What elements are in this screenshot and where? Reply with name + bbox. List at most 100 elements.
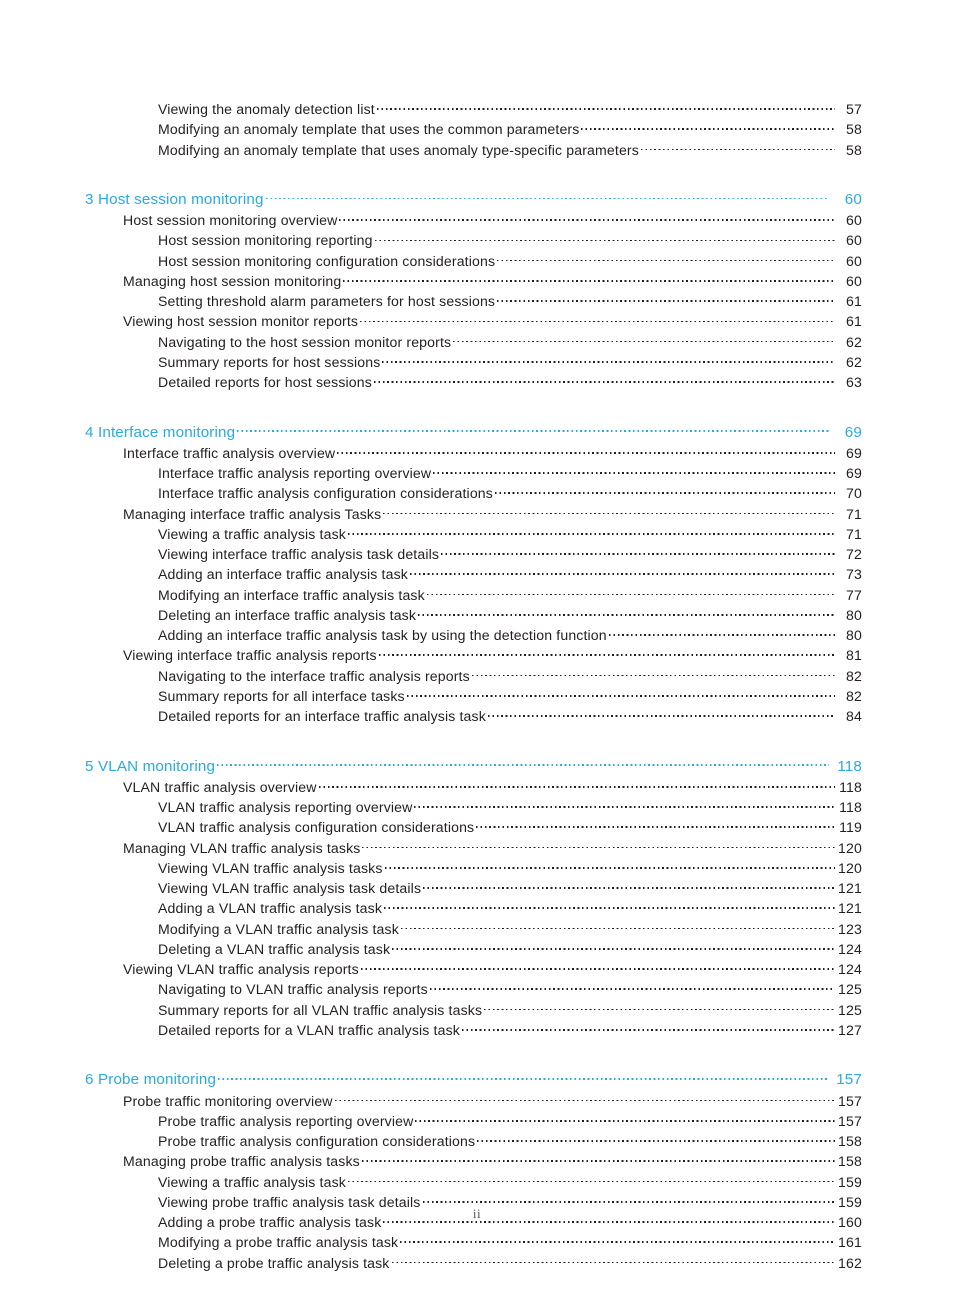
toc-entry[interactable]: Viewing VLAN traffic analysis task detai… (158, 878, 862, 898)
toc-entry-page-number: 123 (838, 920, 862, 937)
table-of-contents: Viewing the anomaly detection list 57 Modi… (85, 99, 862, 1273)
toc-entry[interactable]: Viewing a traffic analysis task 71 (158, 524, 862, 544)
toc-entry-label: 3 Host session monitoring (85, 190, 264, 208)
toc-entry-label: VLAN traffic analysis configuration cons… (158, 819, 475, 836)
toc-dot-leader (400, 919, 835, 933)
toc-entry[interactable]: Viewing interface traffic analysis task … (158, 544, 862, 564)
toc-dot-leader (441, 545, 835, 559)
toc-entry[interactable]: 3 Host session monitoring 60 (85, 189, 862, 210)
toc-entry[interactable]: 6 Probe monitoring 157 (85, 1069, 862, 1090)
toc-entry-page-number: 162 (838, 1254, 862, 1271)
toc-entry[interactable]: Navigating to VLAN traffic analysis repo… (158, 979, 862, 999)
toc-entry-page-number: 58 (846, 141, 862, 158)
toc-dot-leader (360, 312, 835, 326)
toc-entry-label: 4 Interface monitoring (85, 423, 236, 441)
page-folio: ii (472, 1206, 482, 1221)
toc-entry-page-number: 158 (838, 1133, 862, 1149)
toc-entry[interactable]: Managing interface traffic analysis Task… (123, 504, 862, 524)
toc-entry-page-number: 121 (838, 900, 862, 917)
toc-entry[interactable]: Managing host session monitoring 60 (123, 271, 862, 291)
toc-dot-leader (237, 421, 829, 436)
toc-dot-leader (497, 292, 835, 306)
toc-entry[interactable]: Probe traffic monitoring overview 157 (123, 1091, 862, 1111)
toc-entry[interactable]: Modifying an interface traffic analysis … (158, 585, 862, 605)
toc-entry[interactable]: Viewing interface traffic analysis repor… (123, 645, 862, 665)
toc-entry[interactable]: Detailed reports for a VLAN traffic anal… (158, 1020, 862, 1040)
toc-entry[interactable]: Host session monitoring reporting 60 (158, 230, 862, 250)
toc-entry-page-number: 71 (846, 525, 862, 542)
toc-entry-page-number: 127 (838, 1021, 862, 1038)
toc-dot-leader (422, 1193, 836, 1207)
toc-dot-leader (360, 960, 835, 974)
toc-entry-label: Modifying an interface traffic analysis … (158, 586, 425, 603)
toc-entry[interactable]: Navigating to the host session monitor r… (158, 332, 862, 352)
toc-dot-leader (414, 798, 835, 812)
toc-entry[interactable]: Setting threshold alarm parameters for h… (158, 291, 862, 311)
toc-entry-page-number: 157 (836, 1071, 862, 1089)
toc-entry[interactable]: Summary reports for all VLAN traffic ana… (158, 1000, 862, 1020)
toc-dot-leader (376, 100, 835, 114)
toc-entry[interactable]: Managing VLAN traffic analysis tasks 120 (123, 838, 862, 858)
toc-entry-label: Navigating to VLAN traffic analysis repo… (158, 981, 428, 998)
toc-entry-page-number: 61 (846, 313, 862, 330)
toc-entry[interactable]: Host session monitoring overview 60 (123, 210, 862, 230)
toc-entry[interactable]: Deleting a probe traffic analysis task 16… (158, 1253, 862, 1273)
toc-entry-page-number: 58 (846, 121, 862, 138)
toc-entry[interactable]: Viewing VLAN traffic analysis reports 124 (123, 959, 862, 979)
toc-dot-leader (423, 879, 835, 893)
toc-dot-leader (476, 818, 835, 832)
toc-entry-label: Managing probe traffic analysis tasks (123, 1153, 360, 1170)
toc-entry[interactable]: Adding an interface traffic analysis tas… (158, 625, 862, 645)
toc-dot-leader (640, 140, 835, 154)
toc-entry-page-number: 60 (846, 272, 862, 289)
toc-entry-label: Viewing VLAN traffic analysis reports (123, 961, 359, 978)
toc-entry[interactable]: Probe traffic analysis reporting overvie… (158, 1111, 862, 1131)
toc-entry-page-number: 124 (838, 961, 862, 978)
toc-dot-leader (383, 505, 835, 519)
toc-entry-label: Viewing the anomaly detection list (158, 101, 375, 117)
toc-entry[interactable]: Summary reports for all interface tasks 8… (158, 686, 862, 706)
toc-entry[interactable]: Viewing host session monitor reports 61 (123, 311, 862, 331)
toc-dot-leader (433, 464, 835, 478)
toc-dot-leader (339, 211, 835, 225)
toc-entry[interactable]: Managing probe traffic analysis tasks 158 (123, 1151, 862, 1171)
toc-entry[interactable]: 4 Interface monitoring 69 (85, 421, 862, 442)
toc-entry[interactable]: Modifying an anomaly template that uses … (158, 119, 862, 139)
toc-dot-leader (415, 1112, 835, 1126)
toc-entry[interactable]: Summary reports for host sessions 62 (158, 352, 862, 372)
toc-entry[interactable]: VLAN traffic analysis overview 118 (123, 777, 862, 797)
toc-entry[interactable]: Deleting a VLAN traffic analysis task 124 (158, 939, 862, 959)
toc-entry-page-number: 61 (846, 293, 862, 310)
toc-entry-page-number: 69 (844, 423, 862, 441)
toc-entry-label: Viewing a traffic analysis task (158, 1173, 346, 1190)
toc-entry[interactable]: Detailed reports for an interface traffi… (158, 706, 862, 726)
toc-entry[interactable]: Host session monitoring configuration co… (158, 251, 862, 271)
toc-entry[interactable]: Modifying a probe traffic analysis task 1… (158, 1232, 862, 1252)
toc-entry-label: Detailed reports for host sessions (158, 374, 372, 391)
toc-entry[interactable]: Interface traffic analysis overview 69 (123, 443, 862, 463)
toc-entry[interactable]: Probe traffic analysis configuration con… (158, 1131, 862, 1151)
toc-entry-label: Deleting a VLAN traffic analysis task (158, 940, 391, 957)
toc-entry[interactable]: Adding a VLAN traffic analysis task 121 (158, 898, 862, 918)
toc-entry[interactable]: Viewing the anomaly detection list 57 (158, 99, 862, 119)
toc-entry[interactable]: VLAN traffic analysis configuration cons… (158, 817, 862, 837)
toc-dot-leader (392, 940, 835, 954)
toc-entry[interactable]: VLAN traffic analysis reporting overview… (158, 797, 862, 817)
toc-entry[interactable]: Detailed reports for host sessions 63 (158, 372, 862, 392)
toc-entry[interactable]: 5 VLAN monitoring 118 (85, 755, 862, 776)
toc-dot-leader (494, 484, 835, 498)
toc-entry[interactable]: Viewing VLAN traffic analysis tasks 120 (158, 858, 862, 878)
toc-entry[interactable]: Modifying an anomaly template that uses … (158, 140, 862, 160)
toc-entry-label: Modifying a probe traffic analysis task (158, 1234, 399, 1251)
toc-entry[interactable]: Interface traffic analysis configuration… (158, 483, 862, 503)
toc-entry[interactable]: Modifying a VLAN traffic analysis task 12… (158, 919, 862, 939)
toc-entry[interactable]: Navigating to the interface traffic anal… (158, 666, 862, 686)
toc-entry[interactable]: Deleting an interface traffic analysis t… (158, 605, 862, 625)
toc-entry[interactable]: Interface traffic analysis reporting ove… (158, 463, 862, 483)
toc-entry[interactable]: Adding an interface traffic analysis tas… (158, 564, 862, 584)
toc-entry[interactable]: Viewing a traffic analysis task 159 (158, 1172, 862, 1192)
toc-entry-label: Host session monitoring overview (123, 212, 338, 229)
toc-entry-page-number: 82 (846, 687, 862, 704)
toc-entry-label: Viewing a traffic analysis task (158, 525, 346, 542)
toc-entry-label: Probe traffic analysis reporting overvie… (158, 1112, 414, 1129)
